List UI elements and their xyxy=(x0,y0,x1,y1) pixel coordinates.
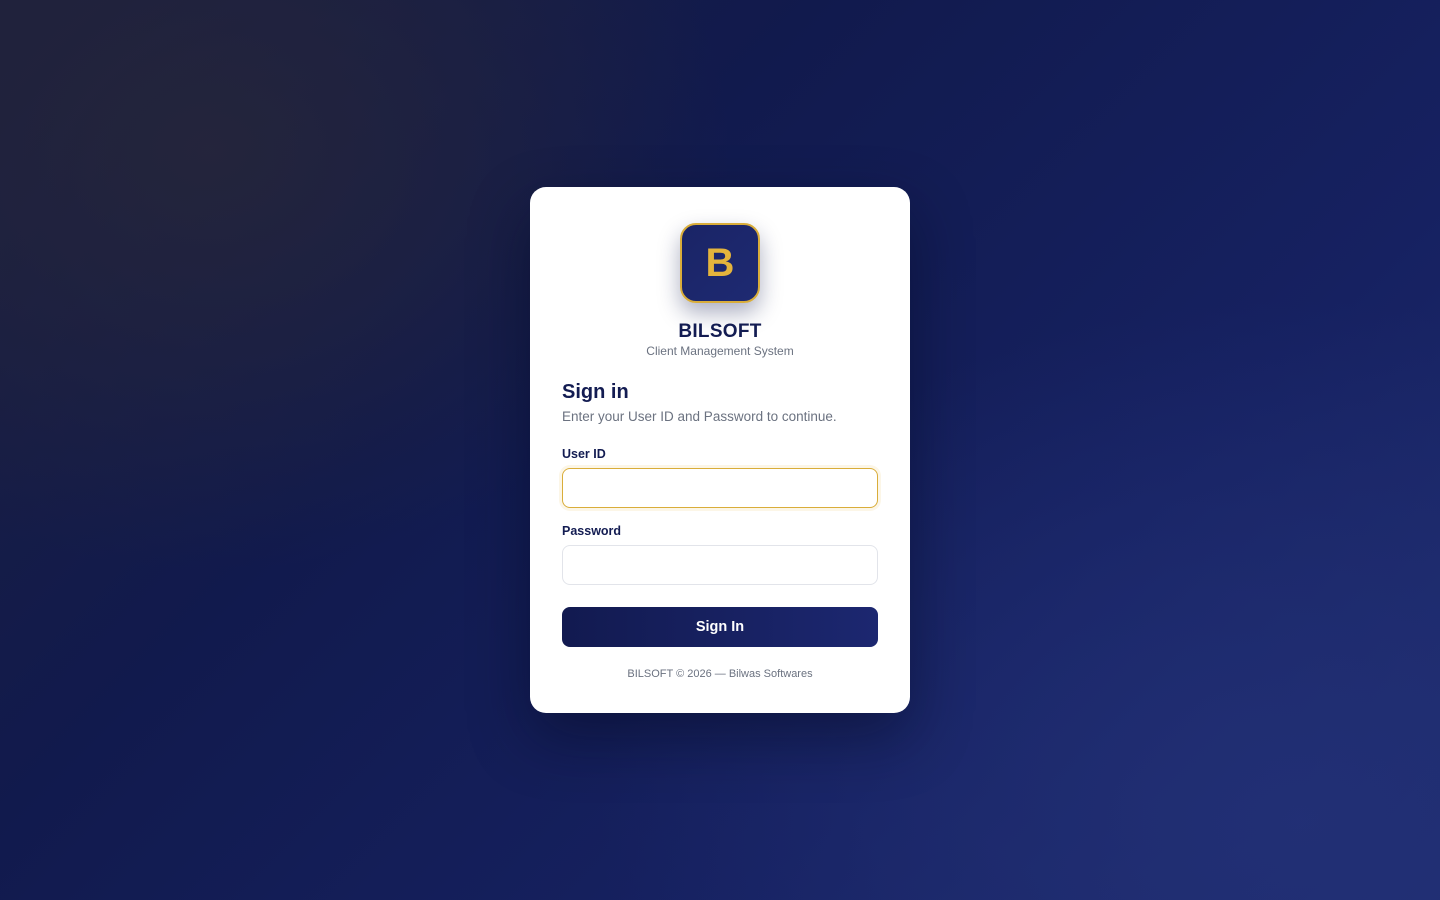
user-id-input[interactable] xyxy=(562,468,878,508)
footer-copyright: BILSOFT © 2026 — Bilwas Softwares xyxy=(627,668,813,680)
signin-heading: Sign in xyxy=(562,381,629,403)
logo-container: B xyxy=(562,223,878,303)
login-card: B BILSOFT Client Management System Sign … xyxy=(530,187,910,713)
sign-in-button[interactable]: Sign In xyxy=(562,607,878,647)
brand-logo-letter: B xyxy=(705,241,735,285)
password-label: Password xyxy=(562,524,622,538)
signin-subheading: Enter your User ID and Password to conti… xyxy=(562,409,837,424)
brand-tagline: Client Management System xyxy=(646,344,794,358)
user-id-label: User ID xyxy=(562,447,606,461)
brand-logo: B xyxy=(680,223,760,303)
password-input[interactable] xyxy=(562,545,878,585)
brand-name: BILSOFT xyxy=(678,321,762,342)
login-form: User ID Password Sign In xyxy=(562,447,878,647)
